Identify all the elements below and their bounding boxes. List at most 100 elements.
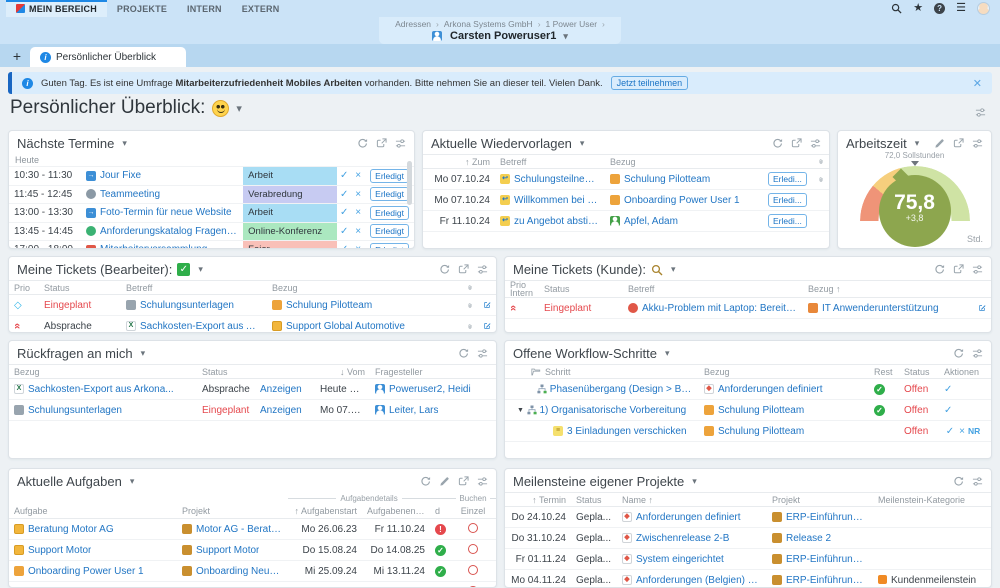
termin-row[interactable]: 17:00 - 18:00 Mitarbeiterversammlung Fei…	[9, 241, 414, 249]
col-status[interactable]: Status	[899, 367, 939, 377]
current-user[interactable]: Carsten Poweruser1 ▾	[395, 30, 605, 42]
col-bezug[interactable]: Bezug	[9, 367, 197, 377]
time-booking-icon[interactable]	[468, 544, 478, 554]
edit-pencil-icon[interactable]	[439, 476, 450, 487]
col-aktionen[interactable]: Aktionen	[939, 367, 991, 377]
nav-projekte[interactable]: PROJEKTE	[107, 0, 177, 17]
col-betreff[interactable]: Betreff	[623, 284, 803, 294]
approve-check-icon[interactable]: ✓	[944, 384, 952, 395]
wiedervorlage-link[interactable]: ↩Schulungsteilnehmer erfassen	[495, 174, 605, 185]
edit-ticket-icon[interactable]	[478, 300, 496, 310]
confirm-check-icon[interactable]: ✓	[337, 226, 351, 237]
open-external-icon[interactable]	[953, 264, 964, 275]
col-status[interactable]: Status	[571, 495, 617, 505]
favorites-star-icon[interactable]: ★	[913, 3, 923, 14]
meilenstein-row[interactable]: Do 31.10.24 Gepla... ◆Zwischenrelease 2-…	[505, 528, 991, 549]
erledigt-button[interactable]: Erledigt	[370, 187, 409, 201]
meilenstein-link[interactable]: ◆System eingerichtet	[617, 554, 767, 565]
scrollbar[interactable]	[407, 161, 412, 205]
col-zum[interactable]: ↑ Zum	[423, 157, 495, 167]
magnifier-icon[interactable]	[651, 264, 663, 276]
termin-link[interactable]: Anforderungskatalog Fragen Universe	[81, 226, 243, 237]
bezug-link[interactable]: Schulung Pilotteam	[267, 300, 462, 311]
settings-sliders-icon[interactable]	[810, 138, 821, 149]
settings-sliders-icon[interactable]	[972, 138, 983, 149]
settings-sliders-icon[interactable]	[395, 138, 406, 149]
confirm-check-icon[interactable]: ✓	[337, 189, 351, 200]
search-icon[interactable]	[891, 3, 902, 14]
confirm-check-icon[interactable]: ✓	[337, 244, 351, 249]
erledigt-button[interactable]: Erledigt	[370, 169, 409, 183]
col-bezug[interactable]: Bezug	[267, 283, 462, 293]
col-projekt[interactable]: Projekt	[767, 495, 873, 505]
schritt-link[interactable]: ▼ 1) Organisatorische Vorbereitung	[505, 405, 699, 416]
termin-link[interactable]: →Foto-Termin für neue Website	[81, 207, 243, 218]
nav-extern[interactable]: EXTERN	[232, 0, 290, 17]
nr-action[interactable]: NR	[968, 426, 980, 436]
chevron-down-icon[interactable]: ▾	[198, 264, 203, 275]
chevron-down-icon[interactable]: ▾	[580, 138, 585, 149]
col-betreff[interactable]: Betreff	[121, 283, 267, 293]
wiedervorlage-link[interactable]: ↩zu Angebot abstimmen	[495, 216, 605, 227]
projekt-link[interactable]: Support Motor	[177, 545, 288, 556]
paperclip-icon[interactable]	[462, 322, 478, 331]
edit-pencil-icon[interactable]	[934, 138, 945, 149]
meilenstein-row[interactable]: Mo 04.11.24 Gepla... ◆Anforderungen (Bel…	[505, 570, 991, 588]
take-survey-button[interactable]: Jetzt teilnehmen	[611, 76, 689, 90]
settings-sliders-icon[interactable]	[477, 348, 488, 359]
settings-sliders-icon[interactable]	[477, 476, 488, 487]
refresh-icon[interactable]	[458, 348, 469, 359]
col-prio-intern[interactable]: PrioIntern	[505, 281, 539, 297]
chevron-down-icon[interactable]: ▾	[692, 476, 697, 487]
bezug-link[interactable]: Schulung Pilotteam	[605, 174, 763, 185]
erledigt-button[interactable]: Erledigt	[370, 243, 409, 249]
chevron-down-icon[interactable]: ▾	[915, 138, 920, 149]
refresh-icon[interactable]	[953, 348, 964, 359]
aufgabe-link[interactable]: Onboarding Power User 1	[9, 566, 177, 577]
refresh-icon[interactable]	[439, 264, 450, 275]
termin-link[interactable]: →Jour Fixe	[81, 170, 243, 181]
ticket-row[interactable]: « Absprache XSachkosten-Export aus Arkon…	[9, 316, 496, 333]
chevron-down-icon[interactable]: ▾	[130, 476, 135, 487]
time-booking-icon[interactable]	[468, 565, 478, 575]
open-external-icon[interactable]	[953, 138, 964, 149]
col-name[interactable]: Name ↑	[617, 495, 767, 505]
close-icon[interactable]: ✕	[973, 77, 982, 90]
edit-ticket-icon[interactable]	[973, 303, 991, 313]
termin-link[interactable]: Teammeeting	[81, 189, 243, 200]
workflow-row[interactable]: Phasenübergang (Design > Build) beantrag…	[505, 379, 991, 400]
bezug-link[interactable]: ◆Anforderungen definiert	[699, 384, 869, 395]
time-booking-icon[interactable]	[468, 523, 478, 533]
nav-mein-bereich[interactable]: MEIN BEREICH	[6, 0, 107, 17]
settings-sliders-icon[interactable]	[972, 476, 983, 487]
projekt-link[interactable]: ERP-Einführung Universe AG Belgien	[767, 575, 873, 586]
anzeigen-link[interactable]: Anzeigen	[255, 384, 315, 395]
col-aufgabenende[interactable]: Aufgabenende	[362, 506, 430, 516]
rueckfrage-row[interactable]: XSachkosten-Export aus Arkona... Absprac…	[9, 379, 496, 400]
aufgabe-link[interactable]: Beratung Motor AG	[9, 524, 177, 535]
bezug-link[interactable]: Schulung Pilotteam	[699, 405, 869, 416]
filter-check-icon[interactable]: ✓	[177, 263, 190, 276]
aufgabe-row[interactable]: Support Motor Support Motor Do 15.08.24 …	[9, 540, 496, 561]
fragesteller-link[interactable]: Poweruser2, Heidi	[370, 384, 496, 395]
bezug-link[interactable]: IT Anwenderunterstützung	[803, 303, 973, 314]
bezug-link[interactable]: Support Global Automotive	[267, 321, 462, 332]
nav-intern[interactable]: INTERN	[177, 0, 232, 17]
open-external-icon[interactable]	[376, 138, 387, 149]
open-external-icon[interactable]	[458, 476, 469, 487]
open-external-icon[interactable]	[791, 138, 802, 149]
col-bezug[interactable]: Bezug ↑	[803, 284, 973, 294]
reject-x-icon[interactable]: ×	[956, 426, 968, 437]
open-external-icon[interactable]	[458, 264, 469, 275]
erledigt-button[interactable]: Erledi...	[768, 214, 807, 228]
col-rest[interactable]: Rest	[869, 367, 899, 377]
ticket-row[interactable]: ◇ Eingeplant Schulungsunterlagen Schulun…	[9, 295, 496, 316]
aufgabe-row[interactable]: Onboarding Power User 1 Onboarding Neue …	[9, 561, 496, 582]
aufgabe-link[interactable]: Support Motor	[9, 545, 177, 556]
col-einzel[interactable]: Einzel	[450, 506, 496, 516]
rueckfrage-row[interactable]: Schulungsunterlagen Eingeplant Anzeigen …	[9, 400, 496, 421]
breadcrumb-company[interactable]: Arkona Systems GmbH	[444, 19, 533, 29]
bezug-link[interactable]: Schulungsunterlagen	[9, 405, 197, 416]
decline-x-icon[interactable]: ×	[351, 170, 365, 181]
col-prio[interactable]: Prio	[9, 283, 39, 293]
